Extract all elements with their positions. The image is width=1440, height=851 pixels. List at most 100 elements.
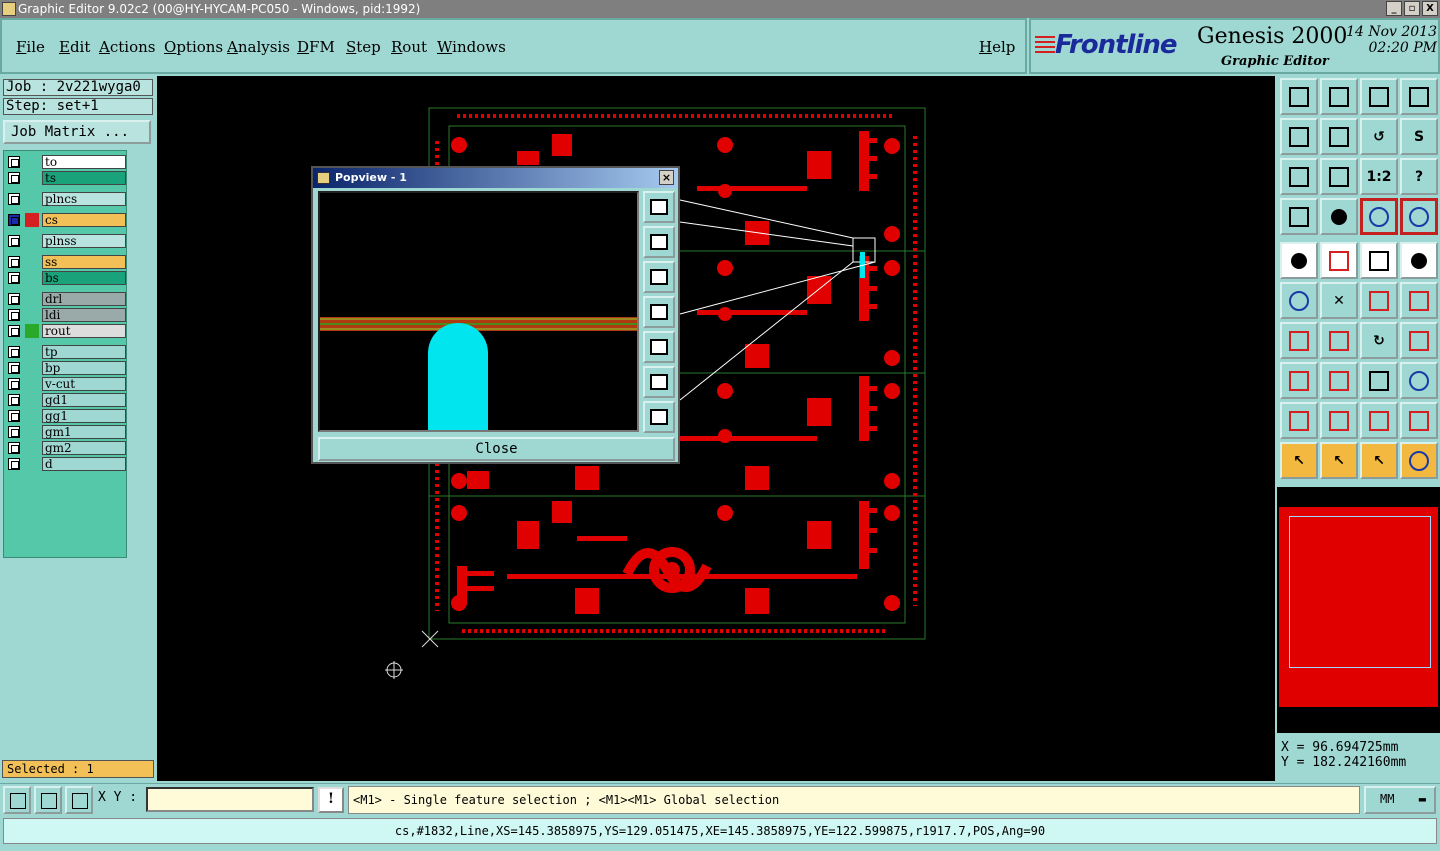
- warning-button[interactable]: !: [318, 787, 344, 813]
- layer-name[interactable]: ts: [42, 171, 126, 185]
- move-end-icon[interactable]: [1400, 282, 1438, 319]
- popview-pan-left-icon[interactable]: [643, 296, 675, 328]
- layer-checkbox[interactable]: [8, 193, 20, 205]
- resize-icon[interactable]: [3, 786, 31, 814]
- menu-step[interactable]: Step: [346, 38, 381, 56]
- layer-name[interactable]: d: [42, 457, 126, 471]
- layer-row[interactable]: plncs: [6, 192, 126, 206]
- layer-checkbox[interactable]: [8, 378, 20, 390]
- menu-file[interactable]: File: [16, 38, 45, 56]
- zoom-out-icon[interactable]: [1320, 78, 1358, 115]
- home-icon[interactable]: [1360, 78, 1398, 115]
- layer-checkbox[interactable]: [8, 235, 20, 247]
- layer-row[interactable]: bp: [6, 361, 126, 375]
- layer-name[interactable]: plncs: [42, 192, 126, 206]
- layer-name[interactable]: drl: [42, 292, 126, 306]
- grid-icon[interactable]: [65, 786, 93, 814]
- ruler-icon[interactable]: [1360, 242, 1398, 279]
- menu-options[interactable]: Options: [164, 38, 223, 56]
- pad-edit-icon[interactable]: [1280, 362, 1318, 399]
- popview-zoom-out-icon[interactable]: [643, 401, 675, 433]
- layer-name[interactable]: gg1: [42, 409, 126, 423]
- maximize-button[interactable]: ▫: [1404, 1, 1420, 16]
- layer-name[interactable]: bs: [42, 271, 126, 285]
- layer-row[interactable]: plnss: [6, 234, 126, 248]
- layer-name[interactable]: cs: [42, 213, 126, 227]
- layer-name[interactable]: gm1: [42, 425, 126, 439]
- popview-close-icon[interactable]: ×: [659, 170, 674, 185]
- popview-pan-up-icon[interactable]: [643, 226, 675, 258]
- fit-screen-icon[interactable]: [1280, 158, 1318, 195]
- job-matrix-button[interactable]: Job Matrix ...: [3, 120, 151, 144]
- layer-row-active[interactable]: cs: [6, 213, 126, 227]
- layer-checkbox[interactable]: [8, 293, 20, 305]
- add-line-icon[interactable]: [1320, 242, 1358, 279]
- popview-zoom-in-icon[interactable]: [643, 366, 675, 398]
- triangle-add-icon[interactable]: [1280, 402, 1318, 439]
- layer-checkbox[interactable]: [8, 442, 20, 454]
- window-split-icon[interactable]: [1400, 78, 1438, 115]
- layer-name[interactable]: v-cut: [42, 377, 126, 391]
- popview-close-button[interactable]: Close: [318, 437, 675, 461]
- add-pad-icon[interactable]: [1280, 242, 1318, 279]
- layer-checkbox[interactable]: [8, 362, 20, 374]
- layer-checkbox[interactable]: [8, 156, 20, 168]
- shape-icon[interactable]: [1400, 362, 1438, 399]
- connect-icon[interactable]: [1280, 282, 1318, 319]
- slash-line-icon[interactable]: [1320, 322, 1358, 359]
- layer-checkbox[interactable]: [8, 394, 20, 406]
- layer-name[interactable]: gm2: [42, 441, 126, 455]
- triangle-icon[interactable]: [1320, 402, 1358, 439]
- rotate-icon[interactable]: ↺: [1360, 118, 1398, 155]
- popview-title-bar[interactable]: Popview - 1 ×: [313, 168, 678, 188]
- layer-checkbox[interactable]: [8, 410, 20, 422]
- select-box-icon[interactable]: ↖: [1320, 442, 1358, 479]
- layer-row[interactable]: v-cut: [6, 377, 126, 391]
- help-query-icon[interactable]: ?: [1400, 158, 1438, 195]
- layer-name[interactable]: gd1: [42, 393, 126, 407]
- layer-row[interactable]: drl: [6, 292, 126, 306]
- angle-tool-icon[interactable]: [1280, 322, 1318, 359]
- fit-profile-icon[interactable]: [1320, 158, 1358, 195]
- layer-name[interactable]: plnss: [42, 234, 126, 248]
- layer-checkbox[interactable]: [8, 346, 20, 358]
- layer-row[interactable]: ts: [6, 171, 126, 185]
- layer-row[interactable]: d: [6, 457, 126, 471]
- layer-checkbox[interactable]: [8, 325, 20, 337]
- menu-windows[interactable]: Windows: [437, 38, 506, 56]
- trim-icon[interactable]: [1320, 362, 1358, 399]
- layer-row[interactable]: gm2: [6, 441, 126, 455]
- menu-help[interactable]: Help: [979, 38, 1015, 56]
- net-tool-icon[interactable]: [1360, 198, 1398, 235]
- layer-checkbox[interactable]: [8, 309, 20, 321]
- layer-name[interactable]: to: [42, 155, 126, 169]
- minimize-button[interactable]: _: [1386, 1, 1402, 16]
- popview-viewport[interactable]: [318, 191, 639, 432]
- scale-1-2-icon[interactable]: 1:2: [1360, 158, 1398, 195]
- dimension-icon[interactable]: [1360, 362, 1398, 399]
- layer-row[interactable]: ss: [6, 255, 126, 269]
- menu-edit[interactable]: Edit: [59, 38, 90, 56]
- zoom-window-icon[interactable]: [1280, 78, 1318, 115]
- layer-checkbox[interactable]: [8, 256, 20, 268]
- measure-angle-icon[interactable]: [34, 786, 62, 814]
- layer-row[interactable]: ldi: [6, 308, 126, 322]
- layer-row[interactable]: tp: [6, 345, 126, 359]
- net-select-icon[interactable]: [1400, 198, 1438, 235]
- layer-checkbox[interactable]: [8, 426, 20, 438]
- overview-view-frame[interactable]: [1289, 516, 1431, 668]
- layer-row[interactable]: rout: [6, 324, 126, 338]
- layer-name[interactable]: bp: [42, 361, 126, 375]
- fillet-tool-icon[interactable]: [1400, 322, 1438, 359]
- redraw-icon[interactable]: S: [1400, 118, 1438, 155]
- triangle-alt-icon[interactable]: [1360, 402, 1398, 439]
- layer-checkbox[interactable]: [8, 214, 20, 226]
- select-net-icon[interactable]: [1400, 442, 1438, 479]
- popview-pan-down-icon[interactable]: [643, 261, 675, 293]
- layer-row[interactable]: gg1: [6, 409, 126, 423]
- overview-map[interactable]: [1277, 487, 1440, 733]
- popview-pan-right-icon[interactable]: [643, 331, 675, 363]
- select-poly-icon[interactable]: ↖: [1360, 442, 1398, 479]
- layer-row[interactable]: bs: [6, 271, 126, 285]
- xy-input[interactable]: [146, 787, 314, 812]
